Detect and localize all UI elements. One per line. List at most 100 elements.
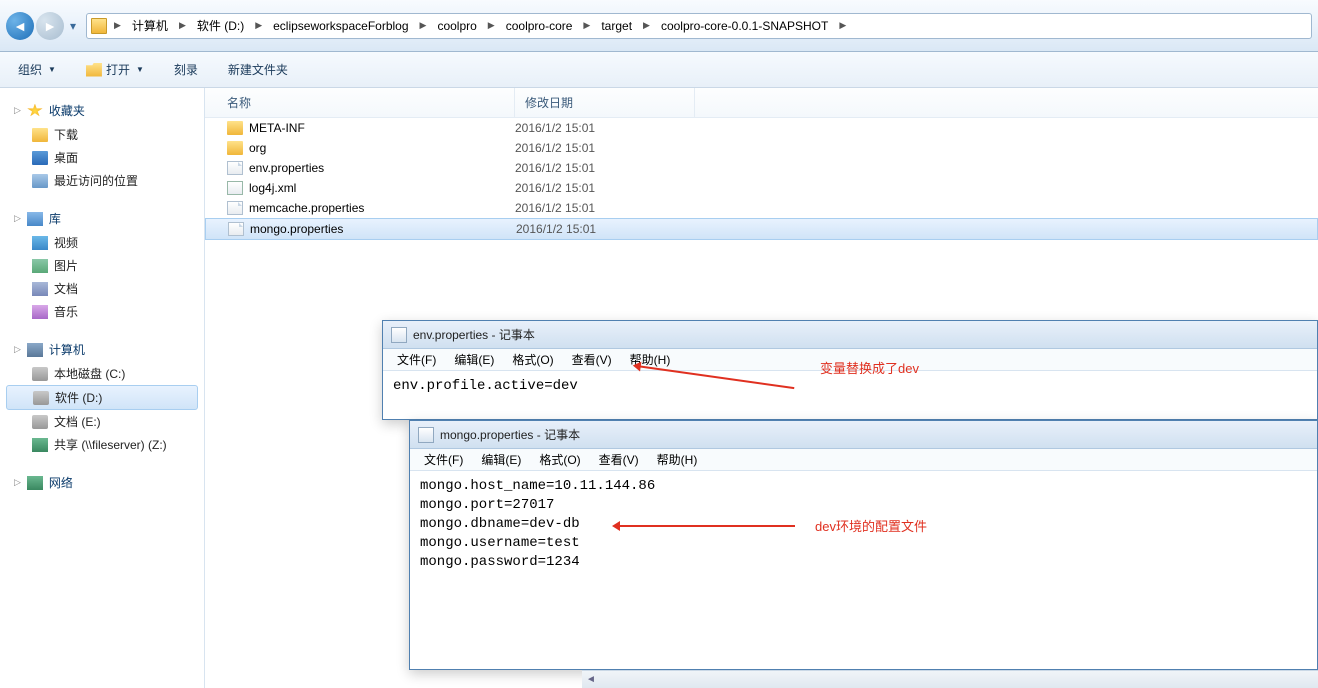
file-row[interactable]: memcache.properties2016/1/2 15:01 bbox=[205, 198, 1318, 218]
horizontal-scrollbar[interactable]: ◄ bbox=[582, 670, 1318, 688]
sidebar-item-label: 图片 bbox=[54, 257, 78, 274]
notepad-icon bbox=[391, 327, 407, 343]
file-name: META-INF bbox=[249, 121, 305, 135]
annotation-text: dev环境的配置文件 bbox=[815, 516, 927, 535]
breadcrumb-item[interactable]: coolpro-core bbox=[502, 14, 577, 38]
new-folder-button[interactable]: 新建文件夹 bbox=[222, 57, 294, 82]
libraries-header[interactable]: 库 bbox=[0, 206, 204, 231]
breadcrumb-item[interactable]: coolpro-core-0.0.1-SNAPSHOT bbox=[657, 14, 832, 38]
computer-header[interactable]: 计算机 bbox=[0, 337, 204, 362]
breadcrumb-item[interactable]: 软件 (D:) bbox=[193, 14, 248, 38]
sidebar-item-disk-d[interactable]: 软件 (D:) bbox=[6, 385, 198, 410]
organize-button[interactable]: 组织 ▼ bbox=[12, 57, 62, 82]
network-drive-icon bbox=[32, 438, 48, 452]
open-button[interactable]: 打开 ▼ bbox=[80, 57, 150, 82]
desktop-icon bbox=[32, 151, 48, 165]
file-icon bbox=[228, 222, 244, 236]
back-button[interactable]: ◄ bbox=[6, 12, 34, 40]
menu-help[interactable]: 帮助(H) bbox=[649, 449, 706, 470]
notepad-menubar: 文件(F) 编辑(E) 格式(O) 查看(V) 帮助(H) bbox=[410, 449, 1317, 471]
sidebar-item-disk-e[interactable]: 文档 (E:) bbox=[0, 410, 204, 433]
group-label: 计算机 bbox=[49, 341, 85, 358]
breadcrumb-item[interactable]: target bbox=[597, 14, 636, 38]
file-row[interactable]: org2016/1/2 15:01 bbox=[205, 138, 1318, 158]
chevron-right-icon: ▶ bbox=[580, 20, 593, 31]
favorites-header[interactable]: 收藏夹 bbox=[0, 98, 204, 123]
menu-view[interactable]: 查看(V) bbox=[564, 349, 620, 370]
file-row[interactable]: META-INF 2016/1/2 15:01 bbox=[205, 118, 1318, 138]
breadcrumb-item[interactable]: coolpro bbox=[433, 14, 480, 38]
sidebar-item-label: 文档 bbox=[54, 280, 78, 297]
file-list-header: 名称 修改日期 bbox=[205, 88, 1318, 118]
notepad-titlebar[interactable]: mongo.properties - 记事本 bbox=[410, 421, 1317, 449]
file-list-area: 名称 修改日期 META-INF 2016/1/2 15:01 org2016/1/… bbox=[205, 88, 1318, 688]
column-header-date[interactable]: 修改日期 bbox=[515, 88, 695, 117]
chevron-right-icon: ▶ bbox=[640, 20, 653, 31]
menu-file[interactable]: 文件(F) bbox=[416, 449, 471, 470]
sidebar-item-label: 文档 (E:) bbox=[54, 413, 101, 430]
menu-file[interactable]: 文件(F) bbox=[389, 349, 444, 370]
breadcrumb-item[interactable]: eclipseworkspaceForblog bbox=[269, 14, 412, 38]
network-header[interactable]: 网络 bbox=[0, 470, 204, 495]
sidebar-item-label: 本地磁盘 (C:) bbox=[54, 365, 125, 382]
breadcrumb-item[interactable]: 计算机 bbox=[128, 14, 172, 38]
computer-group: 计算机 本地磁盘 (C:) 软件 (D:) 文档 (E:) 共享 (\\file… bbox=[0, 337, 204, 456]
sidebar-item-disk-c[interactable]: 本地磁盘 (C:) bbox=[0, 362, 204, 385]
picture-icon bbox=[32, 259, 48, 273]
chevron-right-icon: ▶ bbox=[252, 20, 265, 31]
file-row[interactable]: mongo.properties2016/1/2 15:01 bbox=[205, 218, 1318, 240]
sidebar-item-label: 视频 bbox=[54, 234, 78, 251]
menu-view[interactable]: 查看(V) bbox=[591, 449, 647, 470]
sidebar-item-label: 软件 (D:) bbox=[55, 389, 102, 406]
forward-button[interactable]: ► bbox=[36, 12, 64, 40]
sidebar-item-recent[interactable]: 最近访问的位置 bbox=[0, 169, 204, 192]
sidebar-item-music[interactable]: 音乐 bbox=[0, 300, 204, 323]
sidebar-item-pictures[interactable]: 图片 bbox=[0, 254, 204, 277]
navigation-pane[interactable]: 收藏夹 下载 桌面 最近访问的位置 库 视频 图片 文档 音乐 计算机 本地磁盘… bbox=[0, 88, 205, 688]
sidebar-item-videos[interactable]: 视频 bbox=[0, 231, 204, 254]
sidebar-item-label: 音乐 bbox=[54, 303, 78, 320]
sidebar-item-label: 下载 bbox=[54, 126, 78, 143]
file-date: 2016/1/2 15:01 bbox=[515, 121, 695, 135]
file-date: 2016/1/2 15:01 bbox=[516, 222, 696, 236]
file-icon bbox=[227, 201, 243, 215]
recent-icon bbox=[32, 174, 48, 188]
document-icon bbox=[32, 282, 48, 296]
favorites-group: 收藏夹 下载 桌面 最近访问的位置 bbox=[0, 98, 204, 192]
scroll-left-button[interactable]: ◄ bbox=[582, 671, 600, 688]
notepad-window-mongo[interactable]: mongo.properties - 记事本 文件(F) 编辑(E) 格式(O)… bbox=[409, 420, 1318, 670]
menu-format[interactable]: 格式(O) bbox=[531, 449, 588, 470]
file-icon bbox=[227, 161, 243, 175]
breadcrumb-bar[interactable]: ▶ 计算机 ▶ 软件 (D:) ▶ eclipseworkspaceForblo… bbox=[86, 13, 1312, 39]
file-icon bbox=[227, 181, 243, 195]
file-row[interactable]: log4j.xml2016/1/2 15:01 bbox=[205, 178, 1318, 198]
chevron-right-icon: ▶ bbox=[836, 20, 849, 31]
chevron-right-icon: ▶ bbox=[176, 20, 189, 31]
sidebar-item-downloads[interactable]: 下载 bbox=[0, 123, 204, 146]
file-date: 2016/1/2 15:01 bbox=[515, 161, 695, 175]
file-row[interactable]: env.properties2016/1/2 15:01 bbox=[205, 158, 1318, 178]
toolbar-label: 组织 bbox=[18, 61, 42, 78]
column-header-name[interactable]: 名称 bbox=[205, 88, 515, 117]
menu-format[interactable]: 格式(O) bbox=[504, 349, 561, 370]
sidebar-item-label: 共享 (\\fileserver) (Z:) bbox=[54, 436, 167, 453]
notepad-icon bbox=[418, 427, 434, 443]
menu-edit[interactable]: 编辑(E) bbox=[473, 449, 529, 470]
file-date: 2016/1/2 15:01 bbox=[515, 201, 695, 215]
chevron-down-icon: ▼ bbox=[48, 65, 56, 74]
burn-button[interactable]: 刻录 bbox=[168, 57, 204, 82]
open-icon bbox=[86, 63, 102, 77]
toolbar-label: 新建文件夹 bbox=[228, 61, 288, 78]
star-icon bbox=[27, 104, 43, 118]
sidebar-item-share-z[interactable]: 共享 (\\fileserver) (Z:) bbox=[0, 433, 204, 456]
address-bar-area: ◄ ► ▾ ▶ 计算机 ▶ 软件 (D:) ▶ eclipseworkspace… bbox=[0, 0, 1318, 52]
folder-icon bbox=[91, 18, 107, 34]
menu-edit[interactable]: 编辑(E) bbox=[446, 349, 502, 370]
sidebar-item-label: 最近访问的位置 bbox=[54, 172, 138, 189]
annotation-arrow bbox=[615, 525, 795, 527]
sidebar-item-documents[interactable]: 文档 bbox=[0, 277, 204, 300]
notepad-titlebar[interactable]: env.properties - 记事本 bbox=[383, 321, 1317, 349]
sidebar-item-desktop[interactable]: 桌面 bbox=[0, 146, 204, 169]
network-group: 网络 bbox=[0, 470, 204, 495]
nav-history-dropdown[interactable]: ▾ bbox=[66, 12, 80, 40]
